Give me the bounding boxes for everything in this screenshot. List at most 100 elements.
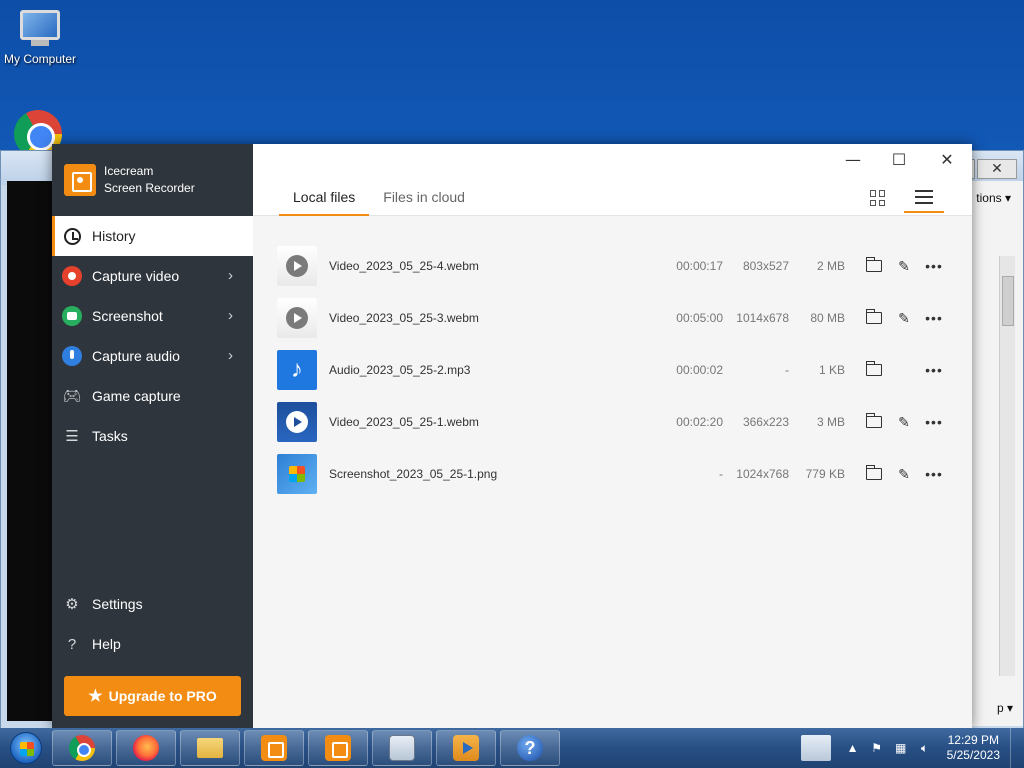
taskbar-icecream-screenshot[interactable]	[308, 730, 368, 766]
grid-view-button[interactable]	[858, 183, 898, 213]
file-row[interactable]: Video_2023_05_25-1.webm 00:02:20 366x223 3 …	[277, 396, 957, 448]
sidebar-item-tasks[interactable]: ☰ Tasks	[52, 416, 253, 456]
folder-icon	[865, 413, 882, 428]
brand-subtitle: Screen Recorder	[104, 181, 195, 195]
open-folder-button[interactable]	[863, 255, 885, 277]
file-resolution: 1014x678	[736, 311, 789, 325]
sidebar-item-capture-video[interactable]: Capture video ›	[52, 256, 253, 296]
sidebar-nav: History Capture video › Screenshot › Cap…	[52, 216, 253, 456]
chevron-right-icon: ›	[228, 347, 233, 364]
file-name[interactable]: Video_2023_05_25-4.webm	[329, 259, 479, 273]
file-size: 779 KB	[805, 467, 845, 481]
tab-local-files[interactable]: Local files	[279, 189, 370, 216]
edit-button[interactable]: ✎	[893, 411, 915, 433]
icecream-screenshot-icon	[325, 735, 351, 761]
clock[interactable]: 12:29 PM 5/25/2023	[947, 733, 1000, 763]
tray-expand-icon[interactable]: ▲	[845, 740, 861, 756]
background-scrollbar[interactable]	[999, 256, 1015, 676]
background-help-menu[interactable]: p ▾	[997, 701, 1013, 715]
file-thumbnail[interactable]: ♪	[277, 350, 317, 390]
file-name[interactable]: Screenshot_2023_05_25-1.png	[329, 467, 497, 481]
taskbar-media-player[interactable]	[436, 730, 496, 766]
more-icon: •••	[925, 362, 943, 378]
play-icon	[286, 307, 308, 329]
network-icon[interactable]: ▦	[893, 740, 909, 756]
taskbar-explorer[interactable]	[180, 730, 240, 766]
upgrade-button[interactable]: ★ Upgrade to PRO	[64, 676, 241, 716]
file-row[interactable]: Video_2023_05_25-4.webm 00:00:17 803x527 2 …	[277, 240, 957, 292]
taskbar-calculator[interactable]	[372, 730, 432, 766]
taskbar-firefox[interactable]	[116, 730, 176, 766]
taskbar-icecream-recorder[interactable]	[244, 730, 304, 766]
pencil-icon: ✎	[898, 309, 910, 326]
edit-button[interactable]: ✎	[893, 255, 915, 277]
pencil-icon: ✎	[898, 465, 910, 482]
show-desktop-button[interactable]	[1010, 728, 1024, 768]
file-thumbnail[interactable]	[277, 402, 317, 442]
more-options-button[interactable]: •••	[923, 307, 945, 329]
more-icon: •••	[925, 258, 943, 274]
sidebar-item-history[interactable]: History	[52, 216, 253, 256]
sidebar-item-game-capture[interactable]: 🎮︎ Game capture	[52, 376, 253, 416]
brand-name: Icecream	[104, 164, 154, 178]
sidebar-item-screenshot[interactable]: Screenshot ›	[52, 296, 253, 336]
open-folder-button[interactable]	[863, 463, 885, 485]
desktop-icon-my-computer[interactable]: My Computer	[0, 10, 80, 66]
chrome-icon	[69, 735, 95, 761]
open-folder-button[interactable]	[863, 411, 885, 433]
edit-button[interactable]: ✎	[893, 463, 915, 485]
tab-files-in-cloud[interactable]: Files in cloud	[369, 189, 479, 216]
background-close-button[interactable]: ✕	[977, 159, 1017, 179]
taskbar-chrome[interactable]	[52, 730, 112, 766]
sidebar-item-settings[interactable]: ⚙ Settings	[52, 584, 253, 624]
more-options-button[interactable]: •••	[923, 411, 945, 433]
sidebar-item-capture-audio[interactable]: Capture audio ›	[52, 336, 253, 376]
sidebar-item-label: Tasks	[92, 428, 128, 444]
more-options-button[interactable]: •••	[923, 255, 945, 277]
maximize-button[interactable]: ☐	[884, 150, 914, 169]
minimize-button[interactable]: —	[838, 150, 868, 169]
sidebar-item-label: Settings	[92, 596, 143, 612]
pencil-icon: ✎	[898, 413, 910, 430]
more-options-button[interactable]: •••	[923, 463, 945, 485]
clock-date: 5/25/2023	[946, 748, 1000, 762]
edit-button[interactable]: ✎	[893, 307, 915, 329]
file-duration: 00:00:02	[676, 363, 723, 377]
tab-bar: Local files Files in cloud	[279, 189, 479, 216]
record-icon	[62, 266, 82, 286]
grid-icon	[870, 190, 886, 206]
close-button[interactable]: ✕	[932, 150, 962, 169]
chevron-right-icon: ›	[228, 267, 233, 284]
background-options-menu[interactable]: tions ▾	[976, 191, 1011, 205]
more-options-button[interactable]: •••	[923, 359, 945, 381]
file-thumbnail[interactable]	[277, 454, 317, 494]
sidebar-item-label: Capture audio	[92, 348, 180, 364]
list-view-button[interactable]	[904, 183, 944, 213]
file-name[interactable]: Video_2023_05_25-3.webm	[329, 311, 479, 325]
volume-muted-icon[interactable]: 🔈︎	[917, 740, 933, 756]
sidebar-item-help[interactable]: ? Help	[52, 624, 253, 664]
file-name[interactable]: Audio_2023_05_25-2.mp3	[329, 363, 470, 377]
file-thumbnail[interactable]	[277, 246, 317, 286]
file-resolution: -	[785, 363, 789, 377]
taskbar: ? ▲ ⚑ ▦ 🔈︎ 12:29 PM 5/25/2023	[0, 728, 1024, 768]
file-row[interactable]: Screenshot_2023_05_25-1.png -1024x768 779 …	[277, 448, 957, 500]
media-player-icon	[453, 735, 479, 761]
open-folder-button[interactable]	[863, 307, 885, 329]
flag-alert-icon[interactable]: ⚑	[869, 740, 885, 756]
windows-logo-icon	[10, 732, 42, 764]
file-thumbnail[interactable]	[277, 298, 317, 338]
file-size: 80 MB	[810, 311, 845, 325]
pen-tablet-icon[interactable]	[800, 735, 831, 761]
file-resolution: 1024x768	[736, 467, 789, 481]
taskbar-help[interactable]: ?	[500, 730, 560, 766]
folder-icon	[197, 738, 223, 758]
file-row[interactable]: Video_2023_05_25-3.webm 00:05:00 1014x678 8…	[277, 292, 957, 344]
open-folder-button[interactable]	[863, 359, 885, 381]
file-name[interactable]: Video_2023_05_25-1.webm	[329, 415, 479, 429]
start-button[interactable]	[0, 728, 52, 768]
chevron-right-icon: ›	[228, 307, 233, 324]
file-row[interactable]: ♪ Audio_2023_05_25-2.mp3 00:00:02 - 1 KB •••	[277, 344, 957, 396]
play-icon	[286, 255, 308, 277]
file-size: 3 MB	[816, 415, 845, 429]
